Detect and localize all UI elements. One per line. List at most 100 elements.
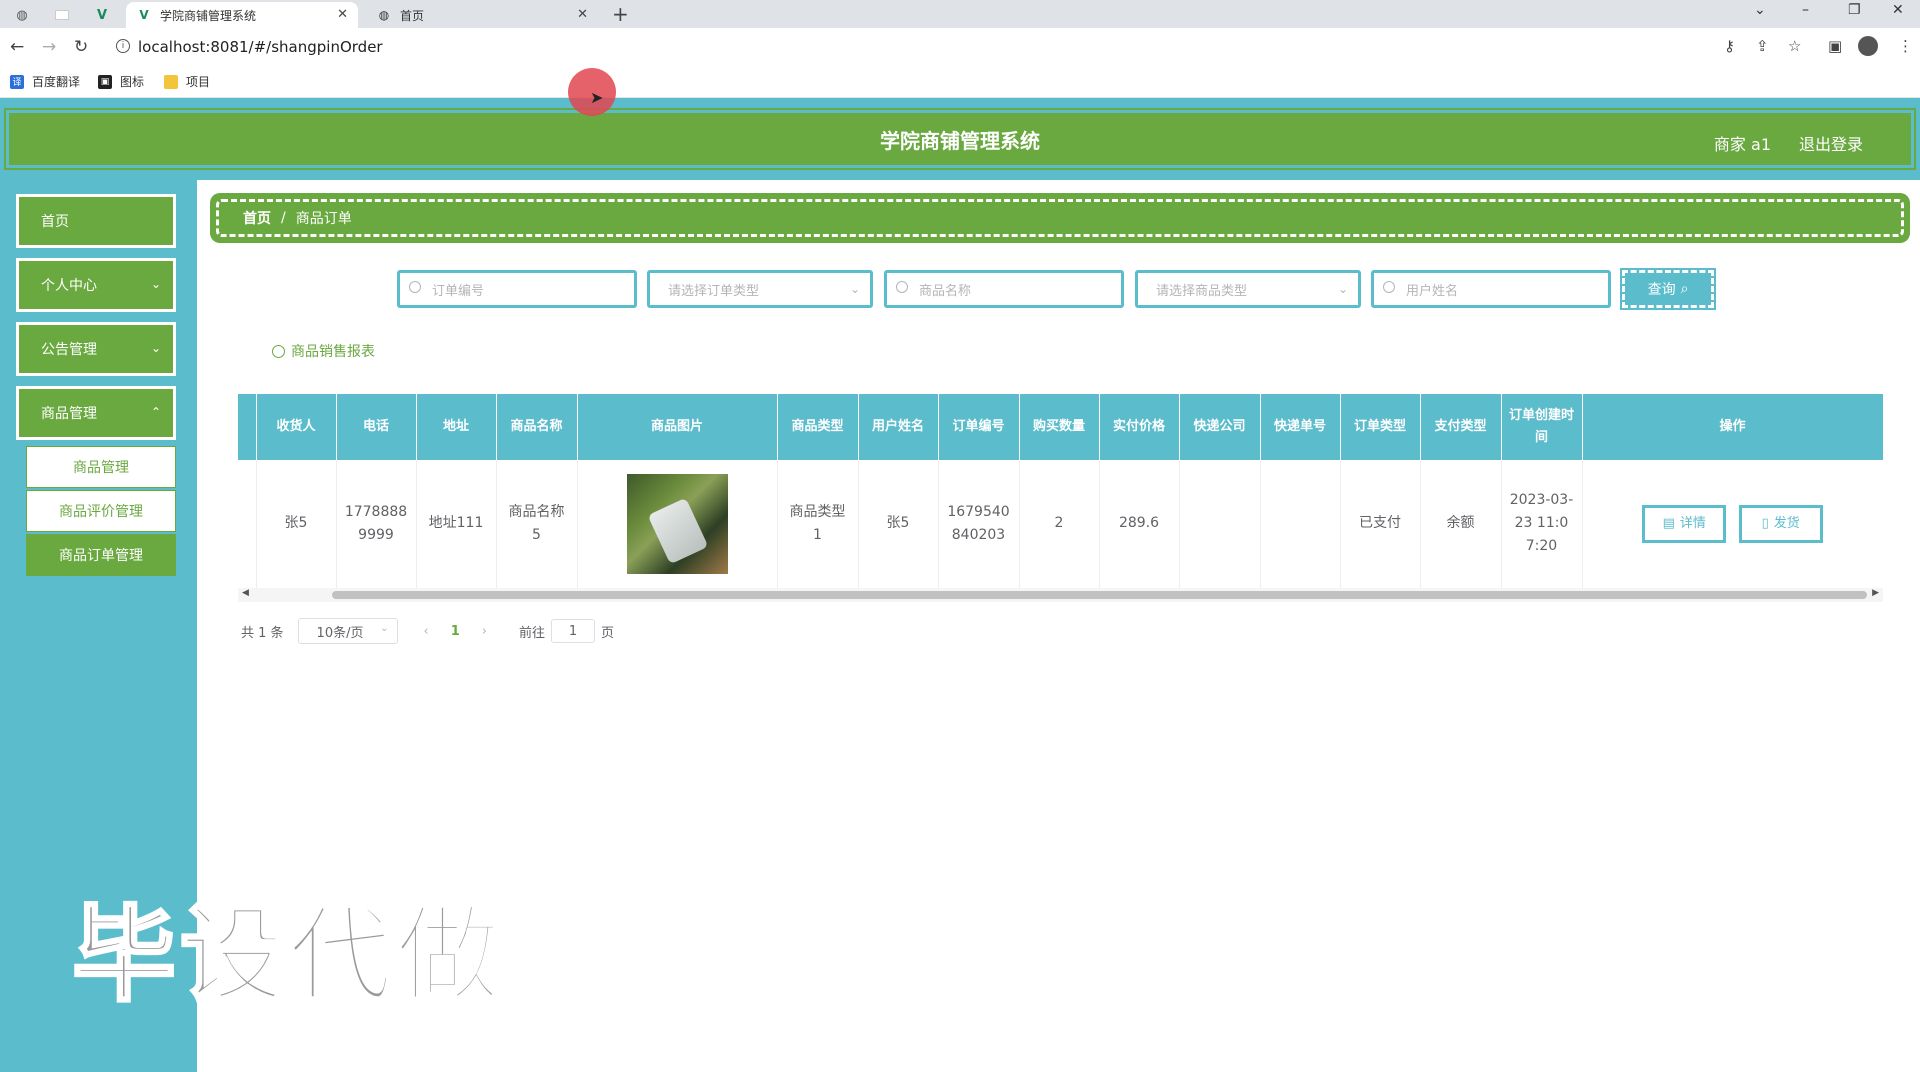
tab-title: 学院商铺管理系统	[160, 8, 257, 23]
restore-icon[interactable]: ❐	[1848, 2, 1861, 18]
table-cell-pay-type: 余额	[1420, 460, 1502, 589]
forward-icon[interactable]: →	[42, 37, 56, 57]
sidebar-item-announcements[interactable]: 公告管理 ⌄	[16, 322, 176, 376]
user-name-placeholder: 用户姓名	[1406, 283, 1459, 299]
bookmark-label: 项目	[186, 75, 211, 89]
translate-icon: 译	[10, 74, 24, 89]
clock-icon	[272, 344, 285, 358]
column-header: 操作	[1582, 394, 1883, 460]
column-header: 电话	[336, 394, 417, 460]
scroll-right-icon[interactable]: ▶	[1872, 588, 1879, 598]
book-icon: ▯	[1761, 516, 1769, 532]
window-close-icon[interactable]: ✕	[1892, 2, 1904, 18]
app-header-bar: 学院商铺管理系统 商家 a1 退出登录	[6, 110, 1914, 168]
column-header: 订单编号	[938, 394, 1020, 460]
query-button[interactable]: 查询 ⌕	[1620, 268, 1716, 310]
bookmark-item[interactable]: ▣ 图标	[98, 73, 144, 90]
product-image[interactable]	[626, 473, 728, 574]
table-cell-quantity: 2	[1019, 460, 1100, 589]
browser-tab-strip: ◍ V V 学院商铺管理系统 ✕ ◍ 首页 ✕ + ⌄ – ❐ ✕	[0, 0, 1920, 28]
sidebar-subitem-label: 商品管理	[73, 460, 129, 476]
scroll-left-icon[interactable]: ◀	[242, 588, 249, 598]
search-icon	[409, 281, 421, 293]
pagination-total: 共 1 条	[241, 625, 284, 641]
column-header: 用户姓名	[858, 394, 939, 460]
browser-tab-active[interactable]: V 学院商铺管理系统 ✕	[126, 2, 358, 28]
column-header: 商品类型	[777, 394, 859, 460]
address-bar-row: ← → ↻ i localhost:8081/#/shangpinOrder ⚷…	[0, 28, 1920, 66]
prev-page-icon[interactable]: ‹	[424, 624, 429, 639]
bookmark-item[interactable]: 项目	[164, 73, 210, 90]
browser-tab[interactable]: ◍ 首页 ✕	[366, 2, 598, 28]
chevron-down-icon: ⌄	[1337, 282, 1348, 296]
goto-page-input[interactable]: 1	[551, 619, 596, 643]
next-page-icon[interactable]: ›	[482, 624, 487, 639]
bookmark-item[interactable]: 译 百度翻译	[10, 73, 80, 90]
page-number[interactable]: 1	[451, 624, 460, 639]
scrollbar-thumb[interactable]	[332, 591, 1867, 599]
minimize-icon[interactable]: –	[1802, 2, 1809, 18]
page-suffix: 页	[601, 625, 615, 641]
phone-shape	[647, 497, 708, 565]
detail-button[interactable]: ▤ 详情	[1642, 504, 1727, 543]
user-name-input[interactable]: 用户姓名	[1371, 270, 1611, 308]
bookmark-label: 图标	[120, 75, 145, 89]
table-cell-express-company	[1179, 460, 1261, 589]
more-menu-icon[interactable]: ⋮	[1898, 37, 1913, 55]
logout-link[interactable]: 退出登录	[1799, 131, 1863, 155]
order-type-select[interactable]: 请选择订单类型 ⌄	[647, 270, 873, 308]
ship-button[interactable]: ▯ 发货	[1738, 504, 1823, 543]
table-cell-receiver: 张5	[256, 460, 337, 589]
column-header: 订单类型	[1340, 394, 1421, 460]
sidebar-subitem-product-review[interactable]: 商品评价管理	[26, 490, 176, 532]
image-icon: ▣	[98, 74, 112, 89]
column-header: 快递单号	[1260, 394, 1341, 460]
globe-icon[interactable]: ◍	[8, 4, 36, 26]
table-cell-product-photo	[577, 460, 778, 589]
table-cell-user-name: 张5	[858, 460, 939, 589]
column-header: 支付类型	[1420, 394, 1502, 460]
table-cell-address: 地址111	[416, 460, 497, 589]
info-icon[interactable]: i	[116, 39, 130, 53]
profile-avatar-icon[interactable]	[1858, 36, 1878, 56]
close-icon[interactable]: ✕	[337, 7, 348, 22]
product-type-select[interactable]: 请选择商品类型 ⌄	[1135, 270, 1361, 308]
app-title: 学院商铺管理系统	[880, 128, 1040, 153]
order-no-input[interactable]: 订单编号	[397, 270, 637, 308]
back-icon[interactable]: ←	[10, 37, 24, 57]
sidebar-item-profile[interactable]: 个人中心 ⌄	[16, 258, 176, 312]
column-header: 商品名称	[496, 394, 578, 460]
page-size-select[interactable]: 10条/页 ⌄	[297, 618, 398, 644]
pagination: 共 1 条 10条/页 ⌄ ‹ 1 › 前往 1 页	[241, 617, 614, 645]
table-header-row: 收货人 电话 地址 商品名称 商品图片 商品类型 用户姓名 订单编号 购买数量 …	[238, 394, 1883, 460]
bookmarks-bar: 译 百度翻译 ▣ 图标 项目	[0, 66, 1920, 98]
share-icon[interactable]: ⇪	[1756, 37, 1769, 55]
sales-report-link[interactable]: 商品销售报表	[272, 341, 375, 361]
search-icon: ⌕	[1680, 281, 1689, 297]
chevron-down-icon: ⌄	[380, 623, 389, 634]
product-type-placeholder: 请选择商品类型	[1156, 283, 1248, 299]
product-name-input[interactable]: 商品名称	[884, 270, 1124, 308]
sidebar-item-home[interactable]: 首页	[16, 194, 176, 248]
sidebar-subitem-product-order[interactable]: 商品订单管理	[26, 534, 176, 576]
column-header: 地址	[416, 394, 497, 460]
breadcrumb-home[interactable]: 首页	[243, 208, 271, 228]
breadcrumb-separator: /	[281, 210, 286, 226]
key-icon[interactable]: ⚷	[1724, 37, 1735, 55]
blank-tab-icon[interactable]	[48, 4, 76, 26]
order-no-placeholder: 订单编号	[432, 283, 485, 299]
url-field[interactable]: i localhost:8081/#/shangpinOrder	[108, 34, 1728, 60]
close-icon[interactable]: ✕	[577, 7, 588, 22]
sidebar-item-products[interactable]: 商品管理 ⌃	[16, 386, 176, 440]
sidepanel-icon[interactable]: ▣	[1828, 37, 1842, 55]
tab-search-chevron-icon[interactable]: ⌄	[1754, 2, 1766, 18]
vue-icon[interactable]: V	[88, 4, 116, 26]
sidebar-item-label: 首页	[41, 214, 69, 230]
horizontal-scrollbar[interactable]: ◀ ▶	[238, 588, 1883, 602]
star-icon[interactable]: ☆	[1788, 37, 1801, 55]
goto-label: 前往	[519, 625, 546, 641]
reload-icon[interactable]: ↻	[74, 37, 88, 57]
sidebar-subitem-product-manage[interactable]: 商品管理	[26, 446, 176, 488]
table-cell-order-type: 已支付	[1340, 460, 1421, 589]
new-tab-icon[interactable]: +	[612, 2, 629, 26]
